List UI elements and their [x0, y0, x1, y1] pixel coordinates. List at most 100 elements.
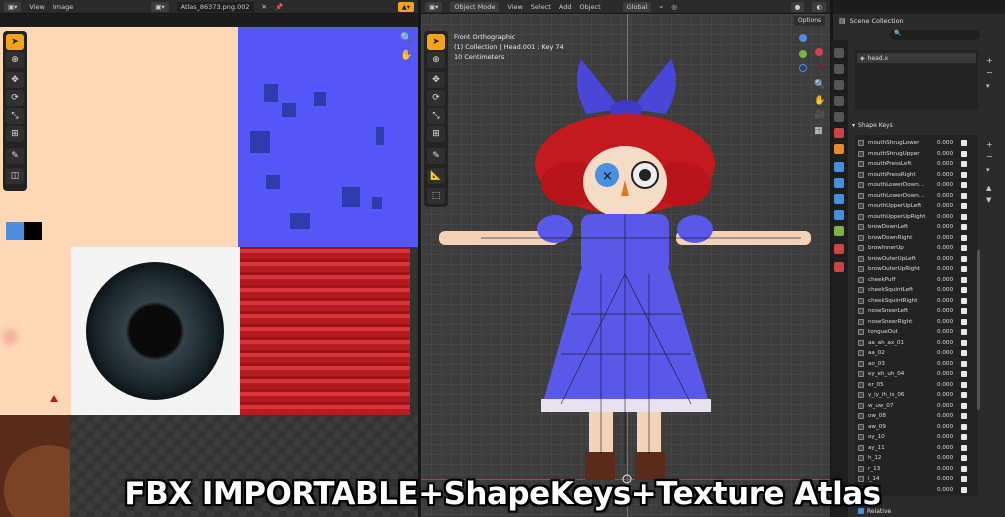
shape-key-row[interactable]: oy_10 0.000: [858, 432, 970, 443]
camera-icon[interactable]: 🎥: [814, 110, 825, 120]
shape-key-row[interactable]: r_13 0.000: [858, 464, 970, 475]
shape-key-row[interactable]: ao_03 0.000: [858, 359, 970, 370]
object-props-icon[interactable]: [834, 144, 844, 154]
shape-key-value[interactable]: 0.000: [937, 182, 953, 188]
shape-key-row[interactable]: browOuterUpLeft 0.000: [858, 254, 970, 265]
shape-key-mute-checkbox[interactable]: [961, 161, 967, 168]
shape-key-value[interactable]: 0.000: [937, 319, 953, 325]
physics-props-icon[interactable]: [834, 194, 844, 204]
shape-key-add-button[interactable]: +: [986, 140, 993, 149]
object-list-item[interactable]: ◈ head.x: [857, 53, 976, 63]
shape-key-value[interactable]: 0.000: [937, 266, 953, 272]
shape-key-row[interactable]: aa_02 0.000: [858, 348, 970, 359]
shape-key-value[interactable]: 0.000: [937, 287, 953, 293]
shape-key-value[interactable]: 0.000: [937, 203, 953, 209]
cursor-tool-icon[interactable]: ⊕: [427, 52, 445, 68]
shape-key-value[interactable]: 0.000: [937, 151, 953, 157]
grid-view-icon[interactable]: ▦: [814, 126, 823, 136]
overlay-toggle[interactable]: ▲▾: [397, 1, 414, 12]
shape-key-row[interactable]: cheekPuff 0.000: [858, 275, 970, 286]
shape-key-mute-checkbox[interactable]: [961, 140, 967, 147]
shape-key-mute-checkbox[interactable]: [961, 245, 967, 252]
shape-key-row[interactable]: browOuterUpRight 0.000: [858, 264, 970, 275]
zoom-icon[interactable]: 🔍: [400, 33, 412, 44]
transform-tool-icon[interactable]: ⊞: [6, 126, 24, 142]
move-down-button[interactable]: ▼: [986, 196, 991, 204]
shape-key-value[interactable]: 0.000: [937, 214, 953, 220]
shape-key-mute-checkbox[interactable]: [961, 444, 967, 451]
shape-key-row[interactable]: h_12 0.000: [858, 453, 970, 464]
shape-key-value[interactable]: 0.000: [937, 277, 953, 283]
shape-key-value[interactable]: 0.000: [937, 361, 953, 367]
shape-key-mute-checkbox[interactable]: [961, 360, 967, 367]
shape-key-row[interactable]: browDownRight 0.000: [858, 233, 970, 244]
shape-key-mute-checkbox[interactable]: [961, 329, 967, 336]
editor-type-button[interactable]: ▣▾: [4, 1, 22, 12]
shape-keys-panel-header[interactable]: ▾ Shape Keys: [852, 120, 1002, 130]
shape-key-mute-checkbox[interactable]: [961, 224, 967, 231]
shape-key-value[interactable]: 0.000: [937, 413, 953, 419]
scale-tool-icon[interactable]: ⤡: [6, 108, 24, 124]
image-browse-button[interactable]: ▣▾: [151, 1, 169, 12]
shape-key-mute-checkbox[interactable]: [961, 434, 967, 441]
shape-key-mute-checkbox[interactable]: [961, 213, 967, 220]
tool-props-icon[interactable]: [834, 48, 844, 58]
add-cube-tool-icon[interactable]: ⬚: [427, 188, 445, 204]
shape-key-value[interactable]: 0.000: [937, 403, 953, 409]
uv-canvas[interactable]: [0, 27, 418, 517]
shape-key-row[interactable]: aw_09 0.000: [858, 422, 970, 433]
shading-material-icon[interactable]: ◐: [812, 1, 826, 12]
annotate-tool-icon[interactable]: ✎: [427, 148, 445, 164]
shape-key-row[interactable]: mouthUpperUpRight 0.000: [858, 212, 970, 223]
shape-key-row[interactable]: mouthShrugUpper 0.000: [858, 149, 970, 160]
particles-props-icon[interactable]: [834, 178, 844, 188]
shape-key-mute-checkbox[interactable]: [961, 381, 967, 388]
shape-key-row[interactable]: ow_08 0.000: [858, 411, 970, 422]
list-scrollbar[interactable]: [977, 250, 980, 410]
transform-orientation-select[interactable]: Global: [622, 1, 652, 12]
shape-key-row[interactable]: y_iy_ih_ix_06 0.000: [858, 390, 970, 401]
modifier-props-icon[interactable]: [834, 162, 844, 172]
remove-item-button[interactable]: −: [986, 68, 993, 77]
transform-tool-icon[interactable]: ⊞: [427, 126, 445, 142]
shape-key-menu-button[interactable]: ▾: [986, 166, 990, 174]
shape-key-value[interactable]: 0.000: [937, 298, 953, 304]
shape-key-mute-checkbox[interactable]: [961, 350, 967, 357]
shape-key-row[interactable]: mouthUpperUpLeft 0.000: [858, 201, 970, 212]
shape-key-mute-checkbox[interactable]: [961, 297, 967, 304]
rotate-tool-icon[interactable]: ⟳: [6, 90, 24, 106]
viewport-menu-add[interactable]: Add: [559, 3, 572, 11]
list-menu-button[interactable]: ▾: [986, 82, 990, 90]
shape-key-mute-checkbox[interactable]: [961, 371, 967, 378]
shape-key-value[interactable]: 0.000: [937, 256, 953, 262]
viewport-menu-object[interactable]: Object: [579, 3, 600, 11]
mode-select[interactable]: Object Mode: [450, 1, 500, 12]
material-props-icon[interactable]: [834, 244, 844, 254]
select-tool-icon[interactable]: ➤: [6, 34, 24, 50]
uv-menu-view[interactable]: View: [29, 3, 44, 11]
shape-key-row[interactable]: ey_eh_uh_04 0.000: [858, 369, 970, 380]
shape-key-value[interactable]: 0.000: [937, 466, 953, 472]
close-icon[interactable]: ✕: [262, 3, 267, 11]
scale-tool-icon[interactable]: ⤡: [427, 108, 445, 124]
shape-key-row[interactable]: er_05 0.000: [858, 380, 970, 391]
pin-icon[interactable]: 📌: [275, 3, 283, 11]
editor-type-button[interactable]: ▣▾: [425, 1, 443, 12]
shape-key-value[interactable]: 0.000: [937, 224, 953, 230]
snap-icon[interactable]: ⌁: [659, 3, 663, 11]
uv-menu-image[interactable]: Image: [53, 3, 73, 11]
world-props-icon[interactable]: [834, 128, 844, 138]
shape-key-value[interactable]: 0.000: [937, 434, 953, 440]
shape-key-row[interactable]: mouthPressLeft 0.000: [858, 159, 970, 170]
image-name-field[interactable]: Atlas_86373.png.002: [176, 1, 254, 12]
shape-key-mute-checkbox[interactable]: [961, 308, 967, 315]
shape-key-value[interactable]: 0.000: [937, 340, 953, 346]
shape-key-value[interactable]: 0.000: [937, 455, 953, 461]
move-up-button[interactable]: ▲: [986, 184, 991, 192]
shape-key-value[interactable]: 0.000: [937, 140, 953, 146]
move-tool-icon[interactable]: ✥: [427, 72, 445, 88]
shape-key-value[interactable]: 0.000: [937, 445, 953, 451]
properties-search[interactable]: 🔍: [890, 30, 980, 40]
shape-key-row[interactable]: mouthPressRight 0.000: [858, 170, 970, 181]
shape-key-mute-checkbox[interactable]: [961, 392, 967, 399]
